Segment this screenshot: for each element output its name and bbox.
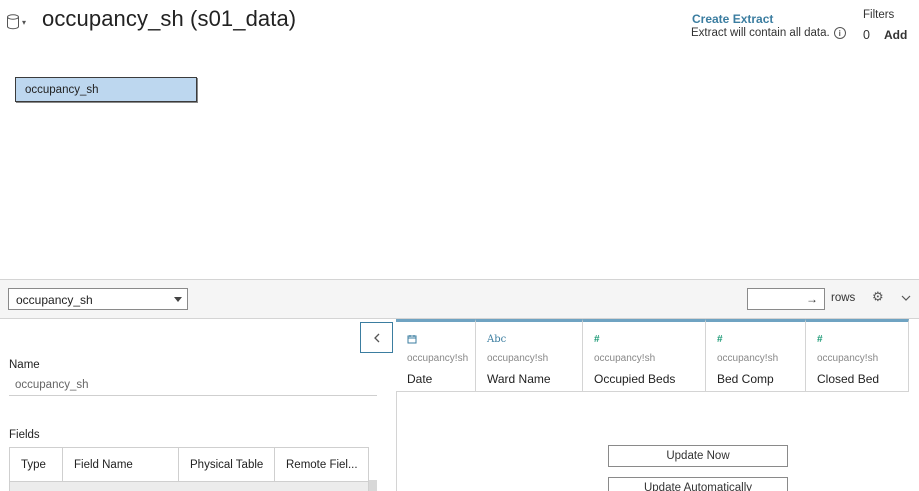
chevron-left-icon xyxy=(373,333,379,342)
column-source: occupancy!sh xyxy=(407,353,469,364)
grid-column-header[interactable]: # occupancy!sh Occupied Beds xyxy=(583,319,706,392)
column-name: Occupied Beds xyxy=(594,372,676,386)
column-name: Bed Comp xyxy=(717,372,774,386)
cylinder-icon xyxy=(7,14,19,30)
extract-note: Extract will contain all data. i xyxy=(691,27,846,39)
hash-icon[interactable]: # xyxy=(717,334,723,346)
column-name: Ward Name xyxy=(487,372,551,386)
canvas-table-pill[interactable]: occupancy_sh xyxy=(15,77,197,102)
collapse-panel-button[interactable] xyxy=(360,322,393,353)
grid-column-header[interactable]: Abc occupancy!sh Ward Name xyxy=(476,319,583,392)
rows-input[interactable]: → xyxy=(747,288,825,310)
calendar-icon[interactable] xyxy=(407,334,417,348)
column-source: occupancy!sh xyxy=(594,353,656,364)
abc-icon[interactable]: Abc xyxy=(487,334,506,346)
table-select[interactable]: occupancy_sh xyxy=(8,288,188,310)
column-header-field-name[interactable]: Field Name xyxy=(63,448,179,481)
name-label: Name xyxy=(9,359,40,371)
info-icon[interactable]: i xyxy=(833,27,846,39)
database-icon[interactable]: ▾ xyxy=(6,13,28,31)
filters-label: Filters xyxy=(863,9,895,21)
fields-table: Type Field Name Physical Table Remote Fi… xyxy=(9,447,369,491)
caret-down-icon xyxy=(174,297,182,302)
fields-label: Fields xyxy=(9,429,40,441)
column-header-type[interactable]: Type xyxy=(10,448,63,481)
name-field[interactable]: occupancy_sh xyxy=(15,379,89,391)
data-source-page: ▾ occupancy_sh (s01_data) Create Extract… xyxy=(0,0,919,491)
column-name: Date xyxy=(407,372,433,386)
scrollbar[interactable] xyxy=(369,480,377,491)
hash-icon[interactable]: # xyxy=(594,334,600,346)
column-name: Closed Bed xyxy=(817,372,880,386)
rows-label: rows xyxy=(831,292,856,304)
grid-column-header[interactable]: # occupancy!sh Closed Bed xyxy=(806,319,909,392)
create-extract-link[interactable]: Create Extract xyxy=(692,12,773,26)
hash-icon[interactable]: # xyxy=(817,334,823,346)
column-header-remote-field[interactable]: Remote Fiel... xyxy=(275,448,368,481)
extract-note-text: Extract will contain all data. xyxy=(691,27,830,39)
column-source: occupancy!sh xyxy=(717,353,779,364)
table-row[interactable] xyxy=(10,481,368,491)
arrow-right-icon[interactable]: → xyxy=(806,292,818,306)
column-header-physical-table[interactable]: Physical Table xyxy=(179,448,275,481)
name-field-underline xyxy=(9,395,377,396)
page-title: occupancy_sh (s01_data) xyxy=(42,6,297,31)
table-select-value: occupancy_sh xyxy=(16,293,93,307)
gear-icon[interactable]: ⚙ xyxy=(872,290,886,304)
grid-column-header[interactable]: occupancy!sh Date xyxy=(396,319,476,392)
update-now-button[interactable]: Update Now xyxy=(608,445,788,467)
column-source: occupancy!sh xyxy=(487,353,549,364)
chevron-down-icon[interactable] xyxy=(900,291,912,303)
filters-count: 0 xyxy=(863,28,870,42)
grid-column-header[interactable]: # occupancy!sh Bed Comp xyxy=(706,319,806,392)
add-filter-link[interactable]: Add xyxy=(884,28,907,42)
column-source: occupancy!sh xyxy=(817,353,879,364)
dropdown-caret-icon: ▾ xyxy=(22,17,27,27)
update-automatically-button[interactable]: Update Automatically xyxy=(608,477,788,491)
